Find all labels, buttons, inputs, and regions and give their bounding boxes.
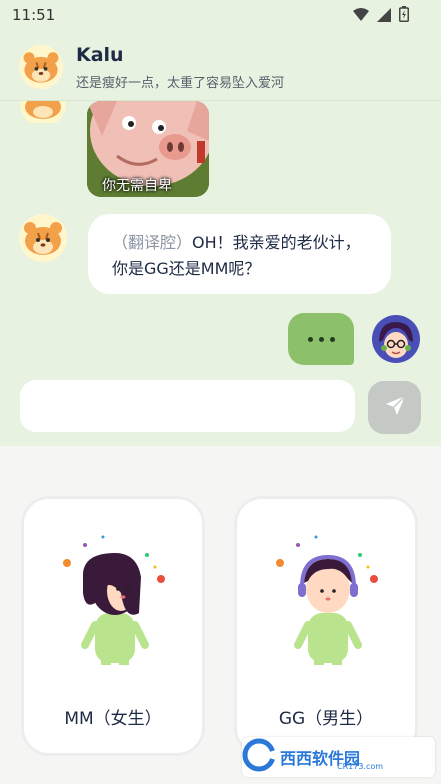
bot-avatar — [18, 81, 68, 127]
pig-sticker-image[interactable]: 你无需自卑 — [87, 101, 209, 197]
paper-plane-icon — [383, 394, 407, 422]
tiger-avatar-icon[interactable] — [18, 44, 64, 94]
chat-subtitle: 还是瘦好一点，太重了容易坠入爱河 — [76, 76, 285, 91]
chat-header: Kalu 还是瘦好一点，太重了容易坠入爱河 — [0, 30, 441, 101]
signal-icon — [377, 7, 391, 26]
gender-option-mm[interactable]: MM（女生） — [21, 496, 205, 756]
status-time: 11:51 — [12, 6, 56, 24]
status-icons — [353, 6, 409, 26]
watermark-logo: 西西软件园 CR173.com — [242, 737, 435, 777]
gender-label-gg: GG（男生） — [278, 709, 374, 729]
bot-avatar — [18, 213, 68, 267]
girl-illustration-icon — [55, 533, 175, 677]
gender-label-mm: MM（女生） — [64, 709, 162, 729]
chat-area: 11:51 你无需自卑 （翻译腔）OH！我亲爱的老伙计，你是GG还是MM呢？ K… — [0, 0, 441, 446]
bot-message-bubble: （翻译腔）OH！我亲爱的老伙计，你是GG还是MM呢？ — [88, 214, 391, 294]
user-avatar — [371, 314, 421, 368]
chat-title: Kalu — [76, 44, 124, 66]
wifi-icon — [353, 7, 369, 26]
watermark-sub: CR173.com — [337, 762, 384, 771]
boy-illustration-icon — [268, 533, 388, 677]
gender-option-gg[interactable]: GG（男生） — [234, 496, 418, 756]
sticker-caption: 你无需自卑 — [102, 178, 172, 194]
user-typing-bubble — [288, 313, 354, 365]
send-button[interactable] — [368, 381, 421, 434]
watermark-icon — [242, 738, 276, 776]
message-input[interactable] — [20, 380, 355, 432]
status-bar: 11:51 — [0, 0, 441, 30]
battery-icon — [399, 6, 409, 26]
bot-message-tag: （翻译腔） — [112, 233, 193, 252]
typing-dots-icon — [308, 337, 335, 342]
